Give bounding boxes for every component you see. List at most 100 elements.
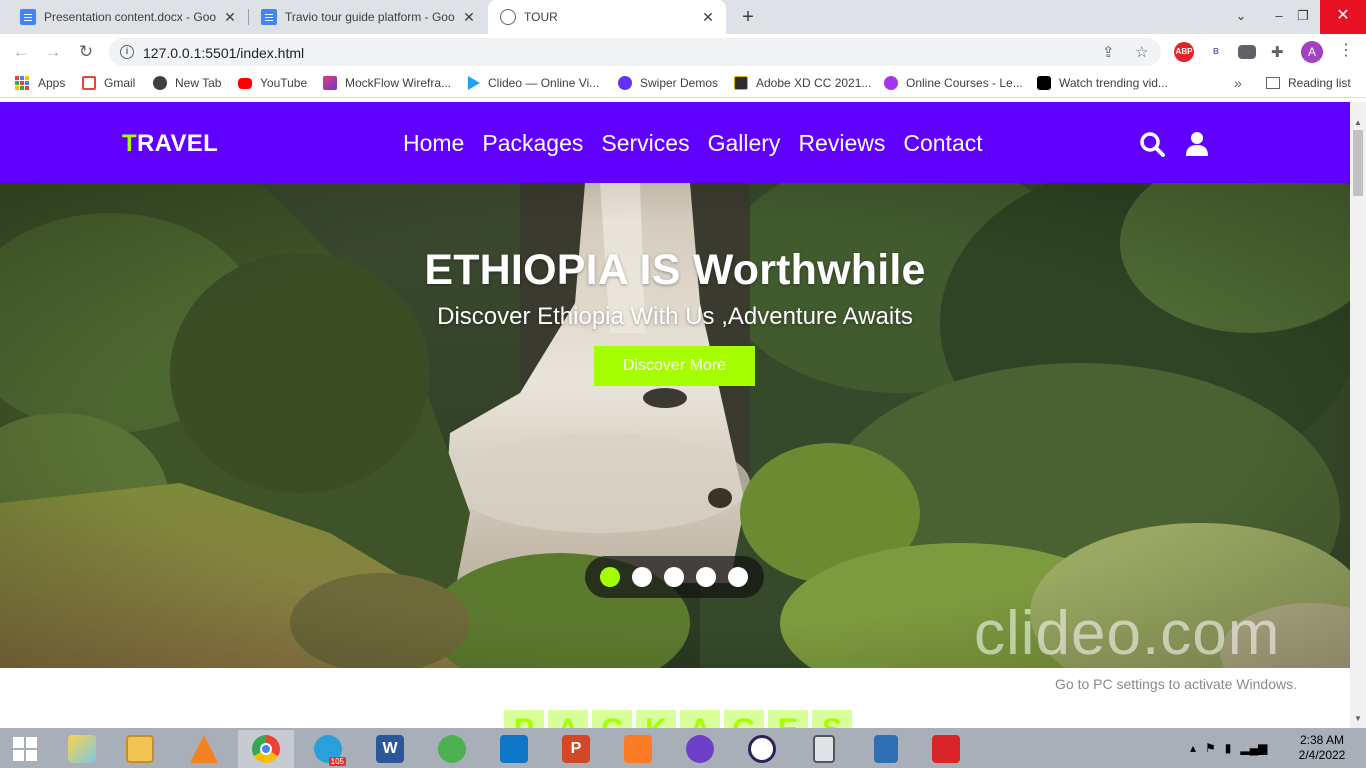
close-window-icon[interactable]: ✕ <box>1320 0 1366 34</box>
bookmark-mockflow[interactable]: MockFlow Wirefra... <box>323 76 451 90</box>
bookmark-new-tab[interactable]: New Tab <box>153 76 221 90</box>
vscode-icon[interactable] <box>486 730 542 768</box>
packages-heading-letter: E <box>768 710 808 728</box>
tab-travio-guide[interactable]: Travio tour guide platform - Goo ✕ <box>249 0 487 34</box>
bookmark-youtube[interactable]: YouTube <box>238 76 307 90</box>
getintopc-icon <box>734 76 748 90</box>
slider-dot-1[interactable] <box>600 567 620 587</box>
globe-icon <box>153 76 167 90</box>
packages-heading-letter: G <box>724 710 764 728</box>
nav-link-services[interactable]: Services <box>601 130 689 157</box>
address-bar[interactable]: i 127.0.0.1:5501/index.html ⇪ ☆ <box>109 38 1161 66</box>
close-tab-icon[interactable]: ✕ <box>461 9 477 26</box>
bookmark-adobe-xd[interactable]: Adobe XD CC 2021... <box>734 76 871 90</box>
close-tab-icon[interactable]: ✕ <box>222 9 238 26</box>
url-text[interactable]: 127.0.0.1:5501/index.html <box>143 45 304 61</box>
clideo-icon <box>468 76 480 90</box>
word-icon[interactable]: W <box>362 730 418 768</box>
bookmark-tiktok[interactable]: Watch trending vid... <box>1037 76 1168 90</box>
notepad-icon[interactable] <box>858 730 914 768</box>
clock-date: 2/4/2022 <box>1298 748 1346 762</box>
page-scrollbar[interactable]: ▲ ▼ <box>1350 102 1366 728</box>
extension-b-icon[interactable]: B <box>1206 42 1226 62</box>
bookmark-star-icon[interactable]: ☆ <box>1135 43 1148 61</box>
vlc-icon[interactable] <box>176 730 232 768</box>
calculator-icon[interactable] <box>796 730 852 768</box>
tab-tour[interactable]: TOUR ✕ <box>488 0 726 34</box>
extensions-puzzle-icon[interactable]: ✚ <box>1271 43 1284 61</box>
chrome-icon[interactable] <box>238 730 294 768</box>
forward-arrow-icon[interactable]: → <box>40 39 66 65</box>
bookmark-gmail[interactable]: Gmail <box>82 76 135 90</box>
mockflow-icon <box>323 76 337 90</box>
slider-dot-5[interactable] <box>728 567 748 587</box>
xampp-icon[interactable] <box>610 730 666 768</box>
tab-presentation-content[interactable]: Presentation content.docx - Goo ✕ <box>8 0 248 34</box>
battery-icon[interactable]: ▮ <box>1225 741 1232 755</box>
reading-list-button[interactable]: Reading list <box>1266 76 1351 90</box>
bookmark-label: Swiper Demos <box>640 76 719 90</box>
new-tab-button[interactable]: + <box>737 4 759 30</box>
bookmark-label: Gmail <box>104 76 136 90</box>
user-icon[interactable] <box>1185 131 1209 157</box>
browser-tab-strip: Presentation content.docx - Goo ✕ Travio… <box>0 0 1366 34</box>
telegram-unread-badge: 105 <box>328 757 346 766</box>
flag-icon[interactable]: ⚑ <box>1205 741 1216 755</box>
packages-heading-letter: S <box>812 710 852 728</box>
udemy-icon <box>884 76 898 90</box>
site-header: TRAVEL Home Packages Services Gallery Re… <box>0 102 1350 183</box>
eclipse-icon[interactable] <box>734 730 790 768</box>
back-arrow-icon[interactable]: ← <box>8 39 34 65</box>
tray-chevron-up-icon[interactable]: ▴ <box>1190 741 1196 755</box>
github-desktop-icon[interactable] <box>672 730 728 768</box>
packages-section-heading: PACKAGES <box>504 710 852 728</box>
windows-start-icon[interactable] <box>0 730 50 768</box>
slider-dot-3[interactable] <box>664 567 684 587</box>
youtube-icon <box>238 77 252 89</box>
network-signal-icon[interactable]: ▂▄▆ <box>1240 741 1267 755</box>
acrobat-icon[interactable] <box>918 730 974 768</box>
nav-link-packages[interactable]: Packages <box>482 130 583 157</box>
system-clock[interactable]: 2:38 AM 2/4/2022 <box>1296 733 1348 763</box>
powerpoint-icon[interactable]: P <box>548 730 604 768</box>
hero-title: ETHIOPIA IS Worthwhile <box>424 246 926 294</box>
bookmark-swiper[interactable]: Swiper Demos <box>618 76 718 90</box>
files-icon[interactable] <box>112 730 168 768</box>
site-info-icon[interactable]: i <box>120 45 134 59</box>
scroll-thumb[interactable] <box>1353 130 1363 196</box>
telegram-icon[interactable]: 105 <box>300 730 356 768</box>
search-icon[interactable] <box>1139 131 1165 157</box>
bookmark-apps[interactable]: Apps <box>15 76 65 90</box>
browser-menu-icon[interactable]: ⋮ <box>1338 40 1354 60</box>
bookmark-label: Watch trending vid... <box>1059 76 1168 90</box>
slider-dot-4[interactable] <box>696 567 716 587</box>
restore-icon[interactable]: ❐ <box>1286 0 1320 34</box>
bookmark-online-courses[interactable]: Online Courses - Le... <box>884 76 1023 90</box>
send-app-icon[interactable] <box>424 730 480 768</box>
scroll-down-arrow-icon[interactable]: ▼ <box>1354 714 1362 723</box>
profile-avatar[interactable]: A <box>1301 41 1323 63</box>
nav-link-contact[interactable]: Contact <box>903 130 982 157</box>
discover-more-button[interactable]: Discover More <box>594 346 755 386</box>
bookmark-clideo[interactable]: Clideo — Online Vi... <box>468 76 599 90</box>
screen-capture-extension-icon[interactable] <box>1238 45 1256 59</box>
reload-icon[interactable]: ↻ <box>73 39 99 65</box>
adblock-extension-icon[interactable]: ABP <box>1174 42 1194 62</box>
nav-link-home[interactable]: Home <box>403 130 464 157</box>
file-explorer-icon[interactable] <box>54 730 110 768</box>
site-logo[interactable]: TRAVEL <box>122 130 218 158</box>
tab-title: TOUR <box>524 10 558 24</box>
reading-list-icon <box>1266 77 1280 89</box>
slider-dot-2[interactable] <box>632 567 652 587</box>
bookmarks-overflow-icon[interactable]: » <box>1234 75 1242 91</box>
page-viewport: TRAVEL Home Packages Services Gallery Re… <box>0 102 1350 728</box>
nav-link-gallery[interactable]: Gallery <box>708 130 781 157</box>
scroll-up-arrow-icon[interactable]: ▲ <box>1354 118 1362 127</box>
logo-rest: RAVEL <box>136 130 219 157</box>
hero-slider: ETHIOPIA IS Worthwhile Discover Ethiopia… <box>0 183 1350 668</box>
share-icon[interactable]: ⇪ <box>1102 43 1115 61</box>
close-tab-icon[interactable]: ✕ <box>700 9 716 26</box>
bookmark-label: Clideo — Online Vi... <box>488 76 600 90</box>
tab-search-chevron-icon[interactable]: ⌄ <box>1224 0 1258 34</box>
nav-link-reviews[interactable]: Reviews <box>798 130 885 157</box>
